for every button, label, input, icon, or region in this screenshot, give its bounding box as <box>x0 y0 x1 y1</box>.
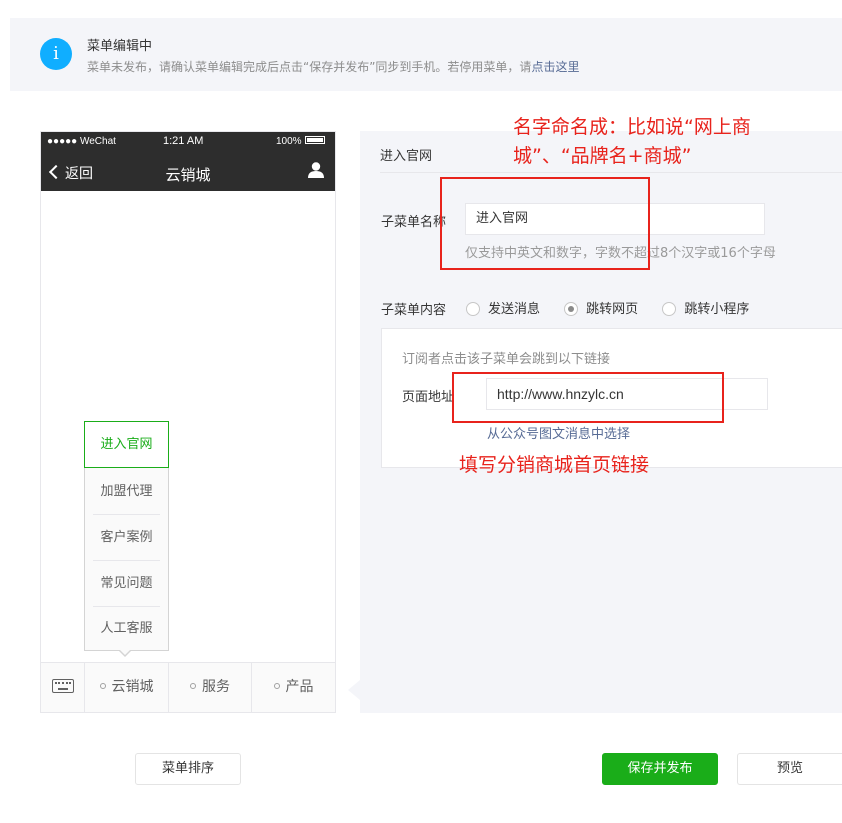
annotation-line: 城”、“品牌名+商城” <box>513 145 692 167</box>
radio-icon <box>466 301 480 316</box>
radio-send-message[interactable]: 发送消息 <box>466 298 540 317</box>
menu-item-products[interactable]: 产品 <box>252 663 335 712</box>
radio-label: 跳转网页 <box>586 302 639 317</box>
user-icon[interactable] <box>307 161 325 179</box>
annotation-name-hint: 名字命名成：比如说“网上商 城”、“品牌名+商城” <box>513 113 751 171</box>
submenu-popup: 进入官网 加盟代理 客户案例 常见问题 人工客服 <box>84 421 169 651</box>
carrier-label: ●●●●● WeChat <box>47 136 116 147</box>
submenu-item-cases[interactable]: 客户案例 <box>85 515 168 561</box>
sort-menu-button[interactable]: 菜单排序 <box>135 753 241 785</box>
menu-item-yunxiaocheng[interactable]: 云销城 <box>85 663 169 712</box>
submenu-item-franchise[interactable]: 加盟代理 <box>85 469 168 515</box>
menu-item-label: 产品 <box>285 679 314 695</box>
menu-item-label: 服务 <box>202 679 230 695</box>
radio-label: 跳转小程序 <box>684 302 750 317</box>
account-title: 云销城 <box>165 166 211 184</box>
radio-icon <box>662 301 677 316</box>
page-url-label: 页面地址 <box>402 390 455 405</box>
notice-desc: 菜单未发布，请确认菜单编辑完成后点击“保存并发布”同步到手机。若停用菜单，请点击… <box>87 58 579 75</box>
content-type-radios: 发送消息 跳转网页 跳转小程序 <box>466 298 769 317</box>
dot-icon <box>190 683 196 689</box>
menu-item-service[interactable]: 服务 <box>169 663 252 712</box>
notice-desc-text: 菜单未发布，请确认菜单编辑完成后点击“保存并发布”同步到手机。若停用菜单，请 <box>87 60 532 74</box>
annotation-line: 名字命名成：比如说“网上商 <box>513 116 751 138</box>
time-label: 1:21 AM <box>163 135 204 147</box>
submenu-item-website[interactable]: 进入官网 <box>84 421 169 468</box>
annotation-box-url <box>452 372 724 423</box>
radio-selected-icon <box>564 301 579 316</box>
keyboard-icon <box>52 679 74 693</box>
menu-item-label: 云销城 <box>111 679 154 695</box>
radio-jump-miniprogram[interactable]: 跳转小程序 <box>662 298 749 317</box>
status-bar: ●●●●● WeChat 1:21 AM 100% <box>41 132 335 152</box>
keyboard-toggle[interactable] <box>41 663 85 712</box>
battery-icon <box>304 136 325 145</box>
annotation-url-hint: 填写分销商城首页链接 <box>459 454 650 476</box>
submenu-name-label: 子菜单名称 <box>381 215 447 230</box>
radio-jump-webpage[interactable]: 跳转网页 <box>564 298 638 317</box>
notice-title: 菜单编辑中 <box>87 39 153 54</box>
preview-button[interactable]: 预览 <box>737 753 842 785</box>
dot-icon <box>99 683 106 689</box>
panel-header-title: 进入官网 <box>380 149 433 164</box>
dot-icon <box>273 683 280 689</box>
disable-menu-link[interactable]: 点击这里 <box>531 60 579 74</box>
pick-from-articles-link[interactable]: 从公众号图文消息中选择 <box>487 423 630 442</box>
notice-bar: i 菜单编辑中 菜单未发布，请确认菜单编辑完成后点击“保存并发布”同步到手机。若… <box>10 18 842 91</box>
custom-menu-bar: 云销城 服务 产品 <box>41 662 335 712</box>
submenu-pointer <box>119 650 131 657</box>
url-tip: 订阅者点击该子菜单会跳到以下链接 <box>402 352 611 367</box>
battery-indicator: 100% <box>276 136 325 147</box>
info-icon: i <box>40 38 72 70</box>
save-publish-button[interactable]: 保存并发布 <box>602 753 718 785</box>
phone-navbar: 返回 云销城 <box>41 152 335 191</box>
submenu-item-support[interactable]: 人工客服 <box>85 606 168 652</box>
submenu-item-faq[interactable]: 常见问题 <box>85 561 168 607</box>
battery-label: 100% <box>276 136 302 147</box>
panel-pointer <box>348 680 360 700</box>
submenu-content-label: 子菜单内容 <box>381 303 447 318</box>
radio-label: 发送消息 <box>488 302 541 317</box>
annotation-box-name <box>440 177 650 270</box>
